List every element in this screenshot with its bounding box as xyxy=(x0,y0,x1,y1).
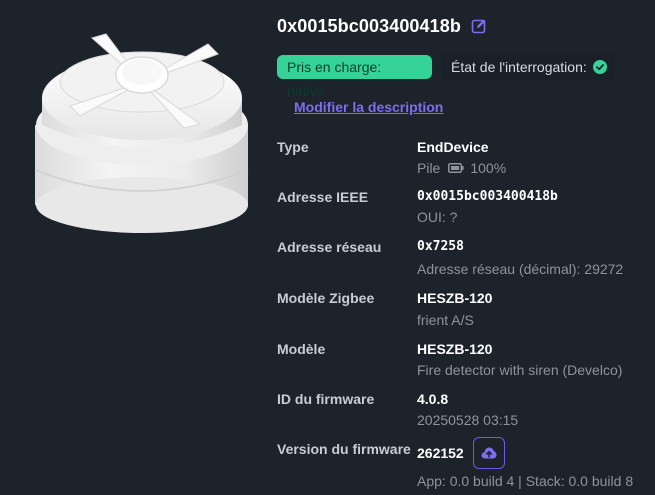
model-description: Fire detector with siren (Develco) xyxy=(417,362,623,378)
firmware-update-button[interactable] xyxy=(473,437,505,469)
network-address-label: Adresse réseau xyxy=(277,239,382,255)
device-title: 0x0015bc003400418b xyxy=(277,16,461,36)
model-value: HESZB-120 xyxy=(417,341,493,357)
oui-value: OUI: ? xyxy=(417,209,458,225)
network-address-decimal: Adresse réseau (décimal): 29272 xyxy=(417,261,624,277)
ieee-value: 0x0015bc003400418b xyxy=(417,189,558,204)
battery-level: 100% xyxy=(470,160,507,176)
firmware-stack-info: App: 0.0 build 4 | Stack: 0.0 build 8 xyxy=(417,473,634,489)
type-value: EndDevice xyxy=(417,139,489,155)
cloud-upload-icon xyxy=(481,447,497,459)
device-info-page: 0x0015bc003400418b Pris en charge: nativ… xyxy=(0,0,655,495)
battery-info: Pile 100% xyxy=(417,160,506,176)
interrogation-status: État de l'interrogation: xyxy=(441,53,615,81)
firmware-version-value: 262152 xyxy=(417,445,464,461)
type-label: Type xyxy=(277,139,309,155)
firmware-version-label: Version du firmware xyxy=(277,441,411,457)
firmware-build-date: 20250528 03:15 xyxy=(417,412,519,428)
zigbee-model-value: HESZB-120 xyxy=(417,290,493,306)
edit-pencil-icon[interactable] xyxy=(471,18,487,34)
device-image xyxy=(34,33,249,233)
support-status-badge: Pris en charge: native xyxy=(277,55,432,99)
zigbee-model-label: Modèle Zigbee xyxy=(277,290,375,306)
power-source-label: Pile xyxy=(417,160,441,176)
check-circle-icon xyxy=(592,60,607,74)
battery-icon xyxy=(448,163,464,174)
interrogation-label: État de l'interrogation: xyxy=(451,59,587,75)
network-address-value: 0x7258 xyxy=(417,239,464,254)
firmware-id-label: ID du firmware xyxy=(277,391,375,407)
ieee-label: Adresse IEEE xyxy=(277,189,369,205)
modify-description-link[interactable]: Modifier la description xyxy=(294,99,443,115)
firmware-id-value: 4.0.8 xyxy=(417,391,449,407)
manufacturer-value: frient A/S xyxy=(417,312,474,328)
model-label: Modèle xyxy=(277,341,326,357)
